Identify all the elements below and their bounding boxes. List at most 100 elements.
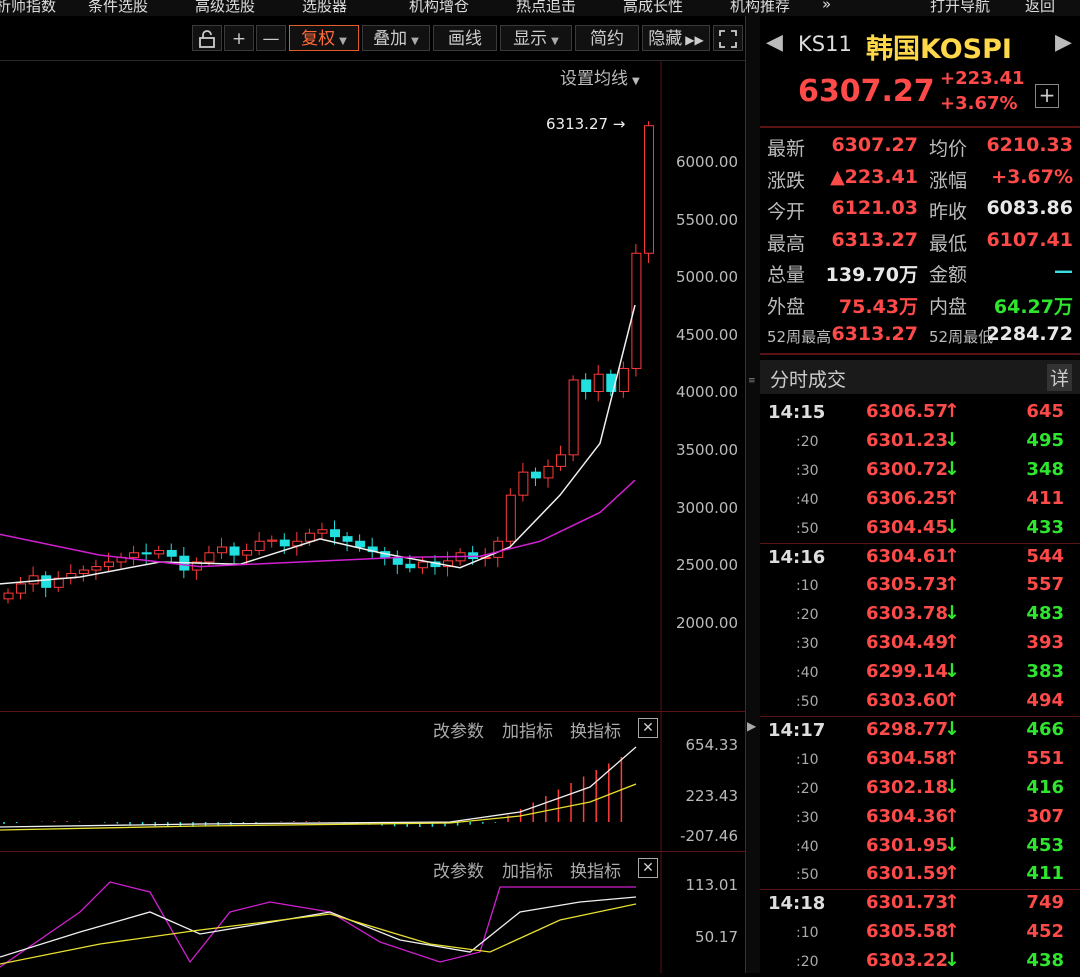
candle-body xyxy=(556,454,567,467)
candle-body xyxy=(16,583,27,594)
divider xyxy=(760,715,1080,717)
main-axis-label: 5000.00 xyxy=(675,268,738,287)
nav-item[interactable]: 高成长性 xyxy=(623,0,683,16)
quote-field-label: 涨跌 xyxy=(767,169,806,192)
candle-body xyxy=(166,549,177,557)
arrow-up-icon: ↑ xyxy=(944,920,960,943)
tick-time: :10 xyxy=(796,925,819,942)
quote-field-value: — xyxy=(1054,260,1073,282)
candle-body xyxy=(3,592,14,600)
candle-body xyxy=(41,575,52,588)
kdj-indicator-chart[interactable] xyxy=(0,852,745,973)
quote-field-label: 最低 xyxy=(929,232,968,255)
price-change-pct: +3.67% xyxy=(940,93,1018,114)
main-axis-label: 2500.00 xyxy=(675,556,738,575)
nav-more[interactable]: » xyxy=(822,0,831,13)
nav-open-navigation[interactable]: 打开导航 xyxy=(930,0,990,16)
nav-back[interactable]: 返回 xyxy=(1025,0,1055,16)
zoom-out-button[interactable]: — xyxy=(256,25,286,51)
hide-label: 隐藏 xyxy=(648,29,683,49)
tick-price: 6300.72 xyxy=(866,458,948,480)
tick-time: :20 xyxy=(796,433,819,450)
ind1-axis-label: 223.43 xyxy=(685,787,739,805)
tick-price: 6301.23 xyxy=(866,429,948,451)
tick-price: 6304.36 xyxy=(866,805,948,827)
ind1-axis-label: -207.46 xyxy=(680,827,738,845)
lock-button[interactable] xyxy=(192,25,222,51)
arrow-down-icon: ↓ xyxy=(944,775,960,798)
candle-body xyxy=(392,556,403,565)
tick-time: :40 xyxy=(796,491,819,508)
macd-dif-line xyxy=(0,746,637,828)
candle-body xyxy=(405,563,416,569)
nav-item[interactable]: 机构增仓 xyxy=(409,0,469,16)
add-watchlist-button[interactable]: + xyxy=(1035,84,1059,108)
tick-volume: 433 xyxy=(1026,516,1064,538)
tick-volume: 411 xyxy=(1026,863,1064,885)
main-axis-label: 4500.00 xyxy=(675,325,738,344)
candlestick-series xyxy=(3,121,654,604)
ticks-title: 分时成交 xyxy=(770,369,847,391)
arrow-up-icon: ↑ xyxy=(944,400,960,422)
next-stock-icon[interactable]: ▶ xyxy=(1055,30,1072,55)
stock-name: 韩国KOSPI xyxy=(866,34,1012,65)
candle-body xyxy=(216,546,227,554)
ticks-detail-button[interactable]: 详 xyxy=(1047,364,1073,391)
display-dropdown[interactable]: 显示 ▼ xyxy=(500,25,572,51)
tick-time: 14:18 xyxy=(768,893,826,915)
quote-field-label: 内盘 xyxy=(929,295,968,318)
tick-time: :10 xyxy=(796,751,819,768)
chevron-down-icon: ▼ xyxy=(339,36,347,47)
tick-volume: 557 xyxy=(1026,574,1064,596)
ma-setting-button[interactable]: 设置均线 ▼ xyxy=(560,64,640,89)
quote-field-value: 2284.72 xyxy=(986,323,1073,345)
tick-volume: 452 xyxy=(1026,921,1064,943)
tick-time: :20 xyxy=(796,607,819,624)
candle-body xyxy=(254,540,265,551)
main-kline-chart[interactable] xyxy=(0,61,745,711)
main-axis-label: 2000.00 xyxy=(675,613,738,632)
nav-item[interactable]: 热点追击 xyxy=(516,0,576,16)
fuquan-label: 复权 xyxy=(301,29,336,49)
quote-field-value: 139.70万 xyxy=(825,264,918,286)
draw-line-button[interactable]: 画线 xyxy=(433,25,497,51)
fullscreen-icon xyxy=(719,30,737,48)
tick-time: :50 xyxy=(796,520,819,537)
fullscreen-button[interactable] xyxy=(713,25,743,51)
nav-item[interactable]: 机构推荐 xyxy=(730,0,790,16)
tick-volume: 544 xyxy=(1026,545,1064,567)
nav-item[interactable]: 条件选股 xyxy=(88,0,148,16)
tick-time: :30 xyxy=(796,636,819,653)
arrow-up-icon: ↑ xyxy=(944,746,960,769)
hide-button[interactable]: 隐藏 ▶▶ xyxy=(642,25,710,51)
arrow-up-icon: ↑ xyxy=(944,544,960,567)
simple-mode-button[interactable]: 简约 xyxy=(575,25,639,51)
candle-body xyxy=(91,566,102,571)
quote-field-value: 6210.33 xyxy=(986,134,1073,156)
kdj-j-line xyxy=(0,881,636,968)
ma-setting-label: 设置均线 xyxy=(560,69,628,89)
nav-item[interactable]: 析师指数 xyxy=(0,0,56,16)
arrow-up-icon: ↑ xyxy=(944,862,960,885)
tick-price: 6301.73 xyxy=(866,892,948,914)
stock-code: KS11 xyxy=(798,32,852,56)
macd-indicator-chart[interactable] xyxy=(0,712,745,852)
quote-field-label: 最新 xyxy=(767,138,806,160)
tick-volume: 411 xyxy=(1026,487,1064,509)
collapse-arrow-icon[interactable]: ▶ xyxy=(747,719,756,733)
overlay-dropdown[interactable]: 叠加 ▼ xyxy=(362,25,430,51)
tick-volume: 307 xyxy=(1026,805,1064,827)
chart-toolbar: + — 复权 ▼ 叠加 ▼ 画线 显示 ▼ 简约 隐藏 ▶▶ xyxy=(0,16,745,61)
candle-body xyxy=(417,561,428,569)
zoom-in-button[interactable]: + xyxy=(224,25,254,51)
tick-time: :40 xyxy=(796,665,819,682)
fuquan-dropdown[interactable]: 复权 ▼ xyxy=(289,25,359,51)
nav-item[interactable]: 高级选股 xyxy=(195,0,255,16)
arrow-up-icon: ↑ xyxy=(944,689,960,711)
quote-field-value: 6083.86 xyxy=(986,197,1073,219)
panel-splitter[interactable]: ≡ ▶ xyxy=(745,16,761,973)
prev-stock-icon[interactable]: ◀ xyxy=(766,30,783,55)
tick-price: 6301.59 xyxy=(866,863,948,885)
tick-price: 6306.25 xyxy=(866,487,948,509)
nav-item[interactable]: 选股器 xyxy=(302,0,347,16)
